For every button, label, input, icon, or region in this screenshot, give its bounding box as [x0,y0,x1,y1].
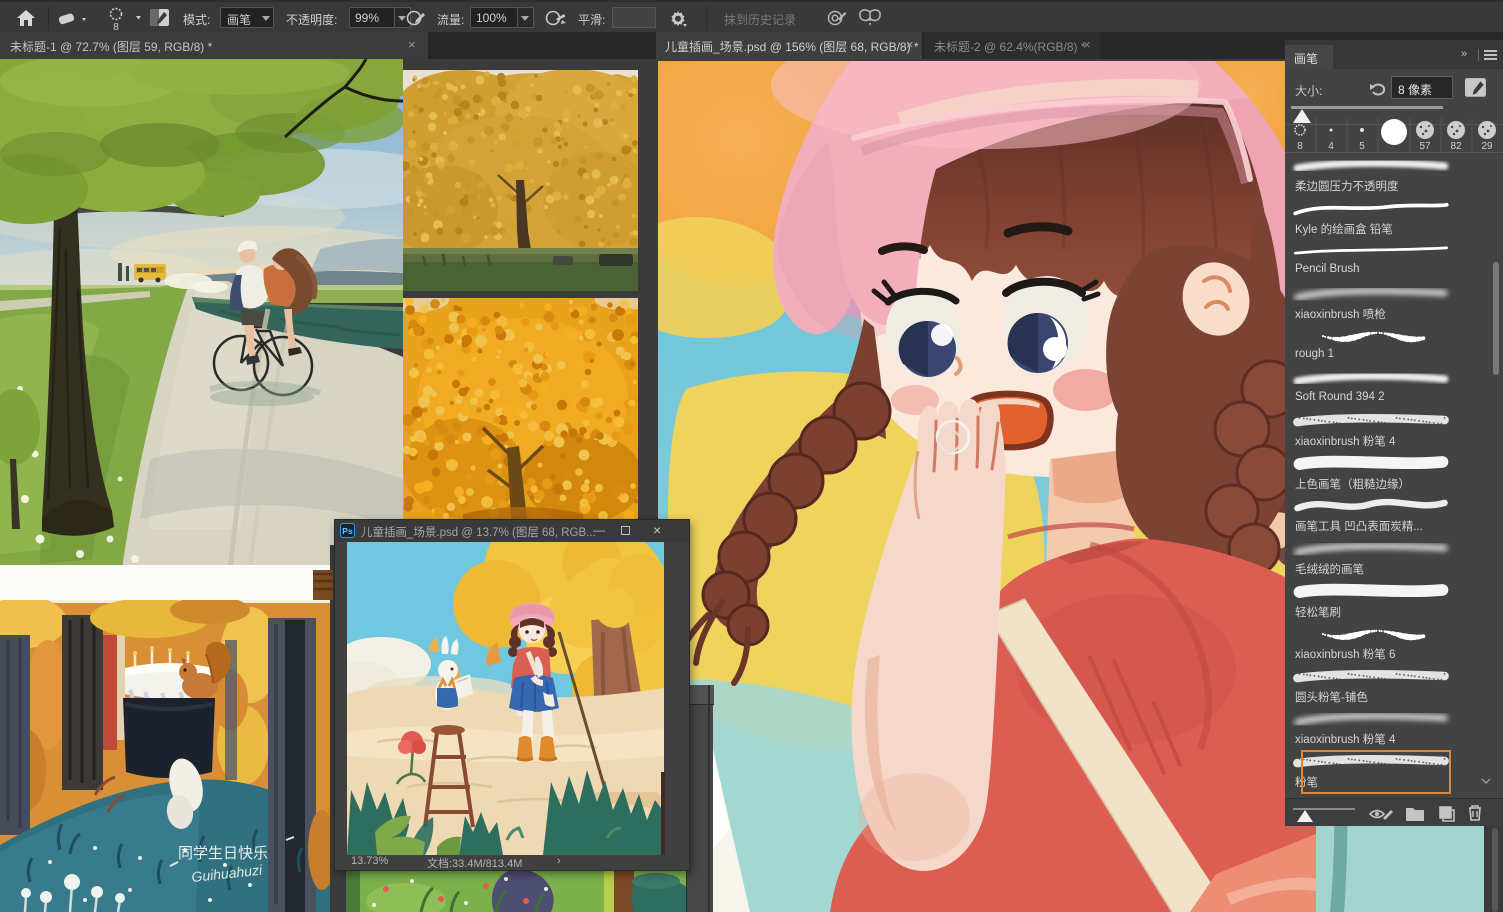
svg-text:57: 57 [1419,141,1431,152]
svg-text:82: 82 [1450,141,1462,152]
svg-text:29: 29 [1481,141,1493,152]
svg-text:8: 8 [113,22,119,32]
svg-text:5: 5 [1359,141,1365,152]
svg-text:4: 4 [1328,141,1334,152]
svg-text:8: 8 [1297,141,1303,152]
svg-text:同学生日快乐: 同学生日快乐 [178,845,268,862]
